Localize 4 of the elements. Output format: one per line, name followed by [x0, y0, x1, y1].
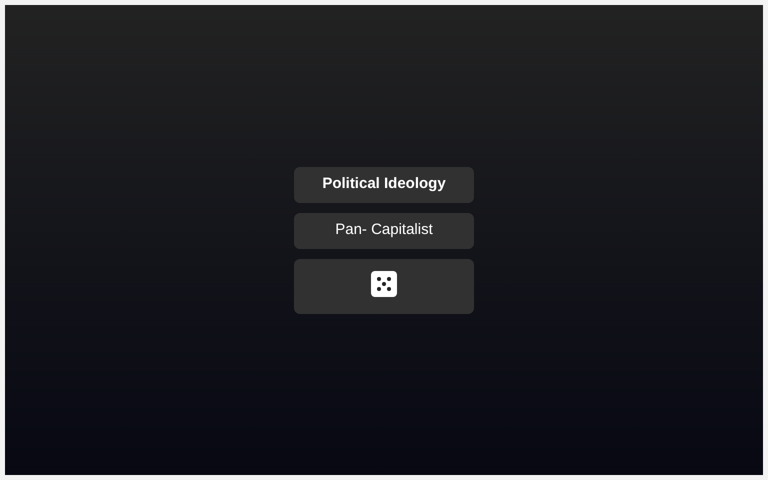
dice-icon	[371, 270, 397, 296]
result-text: Pan- Capitalist	[335, 220, 433, 240]
roll-dice-button[interactable]	[294, 258, 474, 314]
title-text: Political Ideology	[322, 174, 446, 194]
